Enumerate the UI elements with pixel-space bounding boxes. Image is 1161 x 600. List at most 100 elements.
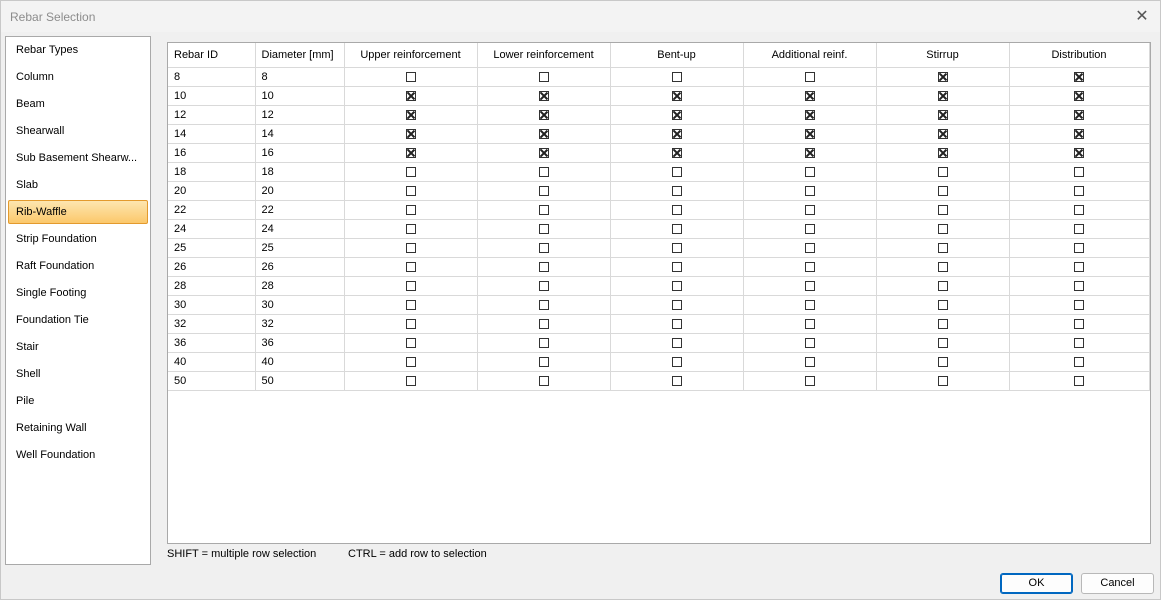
sidebar-item-foundation-tie[interactable]: Foundation Tie xyxy=(8,308,148,332)
checkbox[interactable] xyxy=(1074,71,1084,82)
table-row[interactable]: 36 36 xyxy=(168,333,1150,353)
checkbox[interactable] xyxy=(538,280,549,291)
checkbox[interactable] xyxy=(804,166,815,177)
table-row[interactable]: 50 50 xyxy=(168,371,1150,391)
table-row[interactable]: 25 25 xyxy=(168,238,1150,258)
checkbox[interactable] xyxy=(405,261,416,272)
checkbox[interactable] xyxy=(538,147,549,158)
checkbox[interactable] xyxy=(671,375,682,386)
checkbox[interactable] xyxy=(937,147,948,158)
checkbox[interactable] xyxy=(1074,375,1084,386)
checkbox[interactable] xyxy=(671,109,682,120)
checkbox[interactable] xyxy=(538,299,549,310)
checkbox[interactable] xyxy=(538,356,549,367)
table-row[interactable]: 28 28 xyxy=(168,276,1150,296)
checkbox[interactable] xyxy=(937,375,948,386)
checkbox[interactable] xyxy=(804,147,815,158)
column-header-additional-reinf[interactable]: Additional reinf. xyxy=(743,43,877,68)
checkbox[interactable] xyxy=(538,204,549,215)
table-row[interactable]: 16 16 xyxy=(168,143,1150,163)
checkbox[interactable] xyxy=(671,280,682,291)
checkbox[interactable] xyxy=(405,147,416,158)
checkbox[interactable] xyxy=(1074,185,1084,196)
checkbox[interactable] xyxy=(937,166,948,177)
table-row[interactable]: 26 26 xyxy=(168,257,1150,277)
checkbox[interactable] xyxy=(937,109,948,120)
checkbox[interactable] xyxy=(1074,223,1084,234)
checkbox[interactable] xyxy=(1074,356,1084,367)
checkbox[interactable] xyxy=(538,337,549,348)
column-header-upper-reinforcement[interactable]: Upper reinforcement xyxy=(344,43,478,68)
sidebar-item-shearwall[interactable]: Shearwall xyxy=(8,119,148,143)
cancel-button[interactable]: Cancel xyxy=(1081,573,1154,594)
checkbox[interactable] xyxy=(538,242,549,253)
table-row[interactable]: 10 10 xyxy=(168,86,1150,106)
checkbox[interactable] xyxy=(937,204,948,215)
checkbox[interactable] xyxy=(937,318,948,329)
checkbox[interactable] xyxy=(937,71,948,82)
checkbox[interactable] xyxy=(671,261,682,272)
checkbox[interactable] xyxy=(671,242,682,253)
checkbox[interactable] xyxy=(538,375,549,386)
table-row[interactable]: 14 14 xyxy=(168,124,1150,144)
table-row[interactable]: 18 18 xyxy=(168,162,1150,182)
checkbox[interactable] xyxy=(538,318,549,329)
checkbox[interactable] xyxy=(1074,109,1084,120)
checkbox[interactable] xyxy=(804,90,815,101)
sidebar-item-shell[interactable]: Shell xyxy=(8,362,148,386)
checkbox[interactable] xyxy=(538,223,549,234)
checkbox[interactable] xyxy=(937,185,948,196)
checkbox[interactable] xyxy=(804,128,815,139)
table-row[interactable]: 12 12 xyxy=(168,105,1150,125)
checkbox[interactable] xyxy=(937,299,948,310)
checkbox[interactable] xyxy=(937,90,948,101)
checkbox[interactable] xyxy=(671,356,682,367)
sidebar-item-retaining-wall[interactable]: Retaining Wall xyxy=(8,416,148,440)
table-row[interactable]: 30 30 xyxy=(168,295,1150,315)
checkbox[interactable] xyxy=(804,185,815,196)
table-row[interactable]: 32 32 xyxy=(168,314,1150,334)
ok-button[interactable]: OK xyxy=(1000,573,1073,594)
sidebar-item-pile[interactable]: Pile xyxy=(8,389,148,413)
sidebar-item-beam[interactable]: Beam xyxy=(8,92,148,116)
checkbox[interactable] xyxy=(1074,337,1084,348)
checkbox[interactable] xyxy=(671,299,682,310)
checkbox[interactable] xyxy=(937,261,948,272)
checkbox[interactable] xyxy=(1074,280,1084,291)
checkbox[interactable] xyxy=(671,204,682,215)
checkbox[interactable] xyxy=(804,375,815,386)
column-header-bent-up[interactable]: Bent-up xyxy=(610,43,744,68)
checkbox[interactable] xyxy=(937,337,948,348)
checkbox[interactable] xyxy=(405,185,416,196)
checkbox[interactable] xyxy=(937,280,948,291)
checkbox[interactable] xyxy=(804,109,815,120)
sidebar-item-well-foundation[interactable]: Well Foundation xyxy=(8,443,148,467)
checkbox[interactable] xyxy=(671,71,682,82)
checkbox[interactable] xyxy=(937,128,948,139)
sidebar-item-strip-foundation[interactable]: Strip Foundation xyxy=(8,227,148,251)
checkbox[interactable] xyxy=(405,299,416,310)
checkbox[interactable] xyxy=(538,185,549,196)
checkbox[interactable] xyxy=(538,90,549,101)
checkbox[interactable] xyxy=(937,242,948,253)
checkbox[interactable] xyxy=(804,261,815,272)
column-header-distribution[interactable]: Distribution xyxy=(1009,43,1150,68)
table-row[interactable]: 22 22 xyxy=(168,200,1150,220)
sidebar-item-column[interactable]: Column xyxy=(8,65,148,89)
checkbox[interactable] xyxy=(671,166,682,177)
checkbox[interactable] xyxy=(1074,299,1084,310)
column-header-lower-reinforcement[interactable]: Lower reinforcement xyxy=(477,43,611,68)
checkbox[interactable] xyxy=(671,223,682,234)
checkbox[interactable] xyxy=(804,71,815,82)
checkbox[interactable] xyxy=(538,166,549,177)
sidebar-item-stair[interactable]: Stair xyxy=(8,335,148,359)
checkbox[interactable] xyxy=(405,109,416,120)
sidebar-item-raft-foundation[interactable]: Raft Foundation xyxy=(8,254,148,278)
close-icon[interactable]: ✕ xyxy=(1130,5,1154,27)
checkbox[interactable] xyxy=(405,204,416,215)
checkbox[interactable] xyxy=(405,318,416,329)
checkbox[interactable] xyxy=(671,185,682,196)
table-row[interactable]: 20 20 xyxy=(168,181,1150,201)
checkbox[interactable] xyxy=(405,356,416,367)
checkbox[interactable] xyxy=(1074,261,1084,272)
